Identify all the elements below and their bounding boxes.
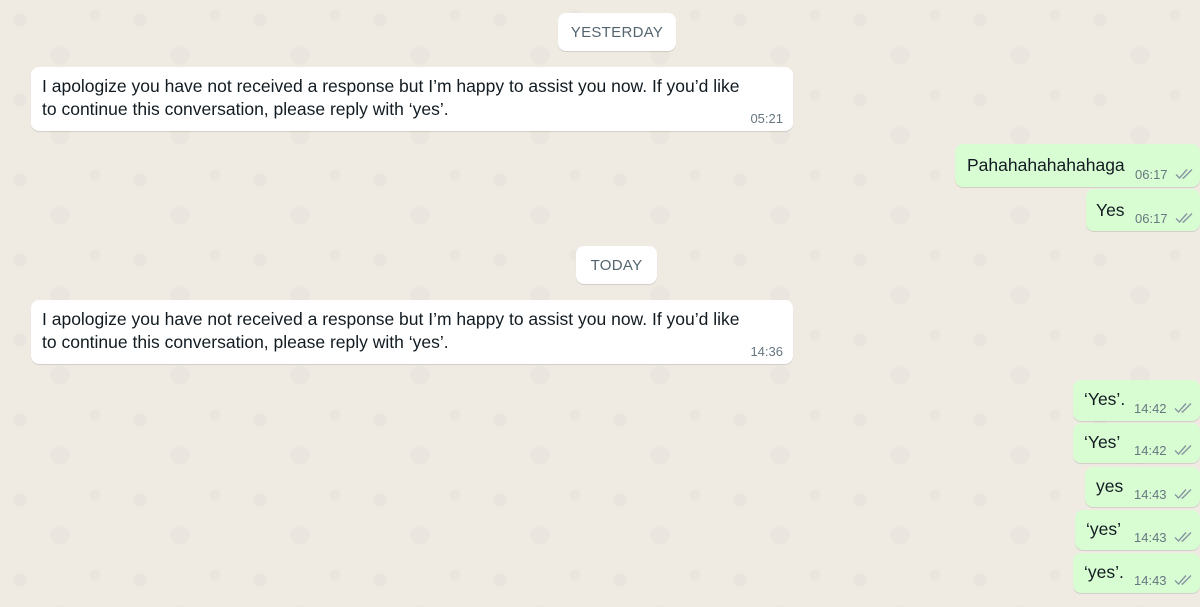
double-check-icon [1175,168,1195,180]
message-text: Pahahahahahahaga [967,155,1125,175]
outgoing-message[interactable]: yes 14:43 [1085,467,1200,507]
double-check-icon [1174,402,1194,414]
message-time: 14:36 [750,344,783,359]
message-text: ‘Yes’ [1084,432,1121,452]
message-text: I apologize you have not received a resp… [42,308,782,354]
outgoing-message[interactable]: ‘Yes’. 14:42 [1073,380,1200,421]
double-check-icon [1174,444,1194,456]
date-separator-label: TODAY [590,256,643,274]
message-line: to continue this conversation, please re… [42,99,449,119]
date-separator-label: YESTERDAY [570,23,664,41]
message-time: 14:43 [1134,573,1167,588]
message-time: 06:17 [1135,211,1168,226]
date-separator-yesterday: YESTERDAY [558,13,676,51]
outgoing-message[interactable]: ‘Yes’ 14:42 [1073,423,1200,463]
double-check-icon [1174,488,1194,500]
message-time: 14:42 [1134,443,1167,458]
message-time: 06:17 [1135,167,1168,182]
outgoing-message[interactable]: Yes 06:17 [1086,189,1200,231]
message-time: 05:21 [750,111,783,126]
double-check-icon [1174,531,1194,543]
message-time: 14:43 [1134,530,1167,545]
outgoing-message[interactable]: ‘yes’. 14:43 [1073,553,1200,593]
message-line: I apologize you have not received a resp… [42,76,740,96]
double-check-icon [1174,574,1194,586]
message-text: ‘Yes’. [1084,389,1126,409]
message-text: ‘yes’ [1086,519,1122,539]
message-text: Yes [1096,200,1125,220]
double-check-icon [1175,212,1195,224]
outgoing-message[interactable]: Pahahahahahahaga 06:17 [955,144,1200,187]
message-line: I apologize you have not received a resp… [42,309,740,329]
message-line: to continue this conversation, please re… [42,332,449,352]
incoming-message[interactable]: I apologize you have not received a resp… [31,300,793,364]
message-time: 14:42 [1134,401,1167,416]
message-text: I apologize you have not received a resp… [42,75,782,121]
message-text: yes [1096,476,1124,496]
incoming-message[interactable]: I apologize you have not received a resp… [31,67,793,131]
message-text: ‘yes’. [1084,562,1124,582]
outgoing-message[interactable]: ‘yes’ 14:43 [1075,510,1200,550]
message-time: 14:43 [1134,487,1167,502]
date-separator-today: TODAY [576,246,657,284]
